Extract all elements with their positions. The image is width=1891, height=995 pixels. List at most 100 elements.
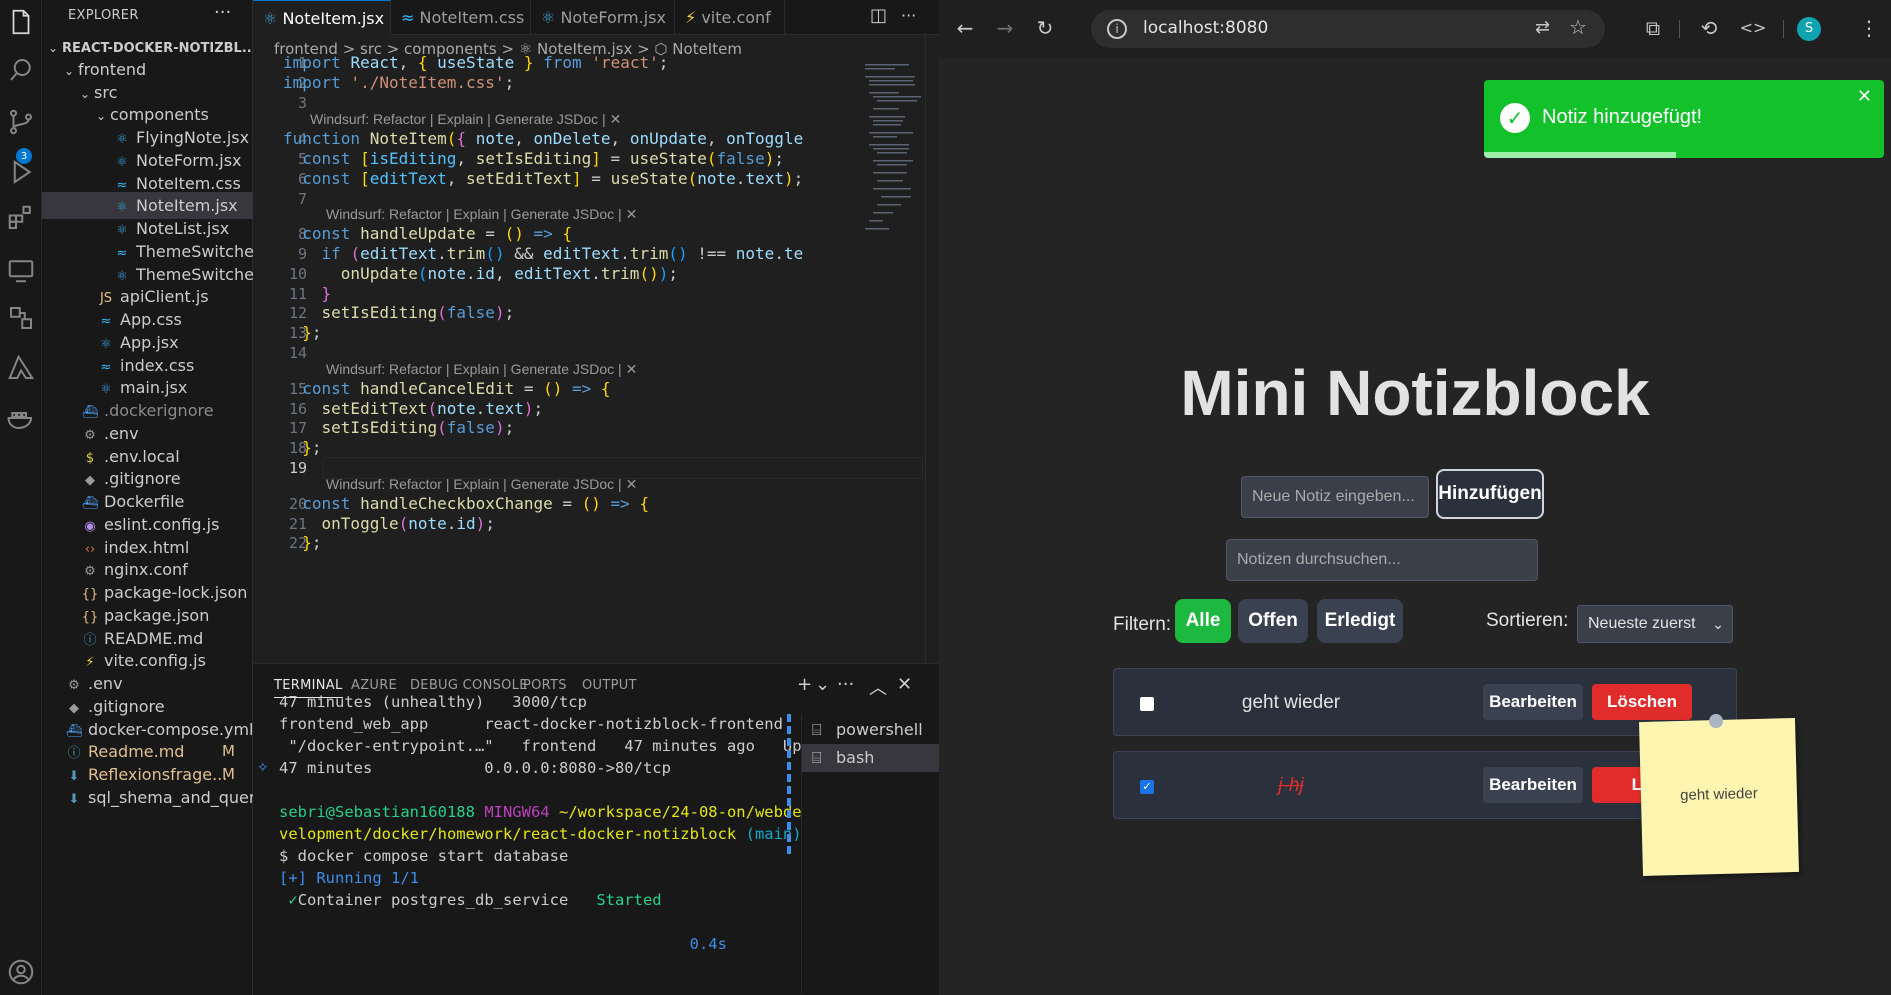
code-text: function NoteItem({ note, onDelete, onUp… xyxy=(283,129,804,148)
explorer-more-button[interactable]: ··· xyxy=(214,2,231,23)
editor-tab[interactable]: ⚡ vite.conf xyxy=(675,0,785,35)
profile-avatar[interactable]: S xyxy=(1797,17,1821,41)
toast-notification: ✓ Notiz hinzugefügt! ✕ xyxy=(1484,80,1884,158)
code-text: import React, { useState } from 'react'; xyxy=(283,53,669,72)
search-icon[interactable] xyxy=(0,48,42,92)
code-text: onUpdate(note.id, editText.trim()); xyxy=(340,264,678,283)
file-tree-label: README.md xyxy=(104,628,204,648)
edit-note-button[interactable]: Bearbeiten xyxy=(1483,767,1583,803)
code-line: 13 }; xyxy=(253,322,873,344)
panel-tab[interactable]: OUTPUT xyxy=(582,678,637,693)
remote-explorer-icon[interactable] xyxy=(0,248,42,292)
new-terminal-icon[interactable]: + xyxy=(797,674,812,695)
terminal-line: 47 minutes (unhealthy) 3000/tcp xyxy=(279,693,587,711)
code-line: 2 import './NoteItem.css'; xyxy=(253,72,873,94)
file-tree-label: NoteItem.css xyxy=(136,173,241,193)
code-text: const handleCancelEdit = () => { xyxy=(302,379,611,398)
devtools-code-icon[interactable]: <> xyxy=(1739,14,1767,42)
code-line: 20 const handleCheckboxChange = () => { xyxy=(253,493,873,515)
terminal-session[interactable]: ⌸ bash xyxy=(802,744,940,772)
docker-icon[interactable] xyxy=(0,396,42,440)
file-tree-label: frontend xyxy=(78,59,147,79)
code-line: 14 xyxy=(253,342,873,364)
toolbar-divider xyxy=(1783,20,1784,38)
explorer-files-icon[interactable] xyxy=(0,0,42,44)
file-tree-label: NoteList.jsx xyxy=(136,219,230,238)
vite-icon: ⚡ xyxy=(685,8,702,27)
terminal-line: "/docker-entrypoint.…" frontend 47 minut… xyxy=(279,737,802,755)
file-tree-label: .env xyxy=(88,674,123,693)
editor-tab-label: NoteItem.css xyxy=(419,8,525,27)
line-number: 7 xyxy=(297,190,307,208)
file-tree-item[interactable]: ⬇ sql_shema_and_queri... xyxy=(42,784,253,811)
new-note-input[interactable]: Neue Notiz eingeben... xyxy=(1241,476,1429,518)
forward-arrow-icon[interactable]: → xyxy=(991,14,1019,42)
code-line: 10 onUpdate(note.id, editText.trim()); xyxy=(253,263,873,285)
reload-icon[interactable]: ↻ xyxy=(1031,14,1059,42)
file-tree-label: src xyxy=(94,82,118,102)
file-tree-label: .env xyxy=(104,423,139,443)
file-tree-label: ThemeSwitcher.jsx xyxy=(136,264,253,284)
code-text: setIsEditing(false); xyxy=(321,418,515,437)
code-text: if (editText.trim() && editText.trim() !… xyxy=(321,244,804,263)
account-icon[interactable] xyxy=(0,950,42,994)
terminal-scroll-marker xyxy=(787,714,793,854)
editor-scrollbar[interactable] xyxy=(925,35,939,663)
file-tree-label: .gitignore xyxy=(104,469,181,489)
chevron-down-icon[interactable]: ⌄ xyxy=(815,674,830,695)
site-info-icon[interactable]: i xyxy=(1107,19,1127,39)
terminal-line: $ docker compose start database xyxy=(279,847,569,865)
search-notes-input[interactable]: Notizen durchsuchen... xyxy=(1226,539,1538,581)
translate-icon[interactable]: ⇄ xyxy=(1535,17,1550,38)
close-icon[interactable]: ✕ xyxy=(897,674,912,695)
split-editor-icon[interactable]: ◫ xyxy=(870,5,887,26)
code-text: }; xyxy=(302,533,322,552)
file-tree-label: Reflexionsfrage... xyxy=(88,765,228,784)
bookmark-star-icon[interactable]: ☆ xyxy=(1569,15,1587,39)
minimap[interactable] xyxy=(865,60,925,250)
code-line: 7 xyxy=(253,188,873,210)
file-tree-label: sql_shema_and_queri... xyxy=(88,787,253,807)
toast-close-button[interactable]: ✕ xyxy=(1857,86,1872,107)
edit-note-button[interactable]: Bearbeiten xyxy=(1483,684,1583,720)
file-tree-label: .env.local xyxy=(104,446,180,466)
filter-button-offen[interactable]: Offen xyxy=(1238,599,1308,643)
testing-icon[interactable] xyxy=(0,296,42,340)
delete-note-button[interactable]: Löschen xyxy=(1592,684,1692,720)
azure-icon[interactable] xyxy=(0,346,42,390)
file-tree-label: .gitignore xyxy=(88,696,165,716)
chevron-up-icon[interactable]: ︿ xyxy=(869,674,887,700)
browser-menu-icon[interactable]: ⋮ xyxy=(1859,14,1879,42)
code-line: 5 const [isEditing, setIsEditing] = useS… xyxy=(253,148,873,170)
panel-actions: + ⌄ ··· ︿ ✕ xyxy=(797,674,937,700)
app-title: Mini Notizblock xyxy=(1180,357,1650,429)
code-line: 6 const [editText, setEditText] = useSta… xyxy=(253,168,873,190)
file-tree-label: NoteForm.jsx xyxy=(136,150,242,170)
history-icon[interactable]: ⟲ xyxy=(1695,14,1723,42)
terminal-session[interactable]: ⌸ powershell xyxy=(802,716,940,744)
sort-select[interactable]: Neueste zuerst ⌄ xyxy=(1577,605,1733,643)
address-bar[interactable]: i localhost:8080 ⇄ ☆ xyxy=(1091,10,1605,48)
editor-more-icon[interactable]: ··· xyxy=(901,6,916,25)
filter-button-alle[interactable]: Alle xyxy=(1175,599,1231,643)
file-tree-label: index.html xyxy=(104,537,190,557)
editor-tab[interactable]: ⚛ NoteForm.jsx xyxy=(531,0,675,35)
terminal-line: frontend_web_app react-docker-notizblock… xyxy=(279,715,783,733)
toast-progress-bar xyxy=(1484,152,1676,158)
back-arrow-icon[interactable]: ← xyxy=(951,14,979,42)
source-control-icon[interactable] xyxy=(0,100,42,144)
terminal-line: velopment/docker/homework/react-docker-n… xyxy=(279,825,802,843)
more-icon[interactable]: ··· xyxy=(837,674,854,695)
add-note-button[interactable]: Hinzufügen xyxy=(1436,469,1544,519)
run-debug-icon[interactable] xyxy=(0,150,42,194)
url-text[interactable]: localhost:8080 xyxy=(1143,18,1268,38)
editor-tab-label: NoteItem.jsx xyxy=(282,9,385,28)
activity-bar: 3 xyxy=(0,0,42,995)
extensions-puzzle-icon[interactable]: ⧉ xyxy=(1639,14,1667,42)
editor-tab[interactable]: ⚛ NoteItem.jsx✕ xyxy=(253,0,391,35)
filter-button-erledigt[interactable]: Erledigt xyxy=(1317,599,1403,643)
code-line: 22 }; xyxy=(253,532,873,554)
download-icon: ⬇ xyxy=(68,791,80,807)
editor-tab[interactable]: ≈ NoteItem.css xyxy=(391,0,531,35)
extensions-icon[interactable] xyxy=(0,196,42,240)
